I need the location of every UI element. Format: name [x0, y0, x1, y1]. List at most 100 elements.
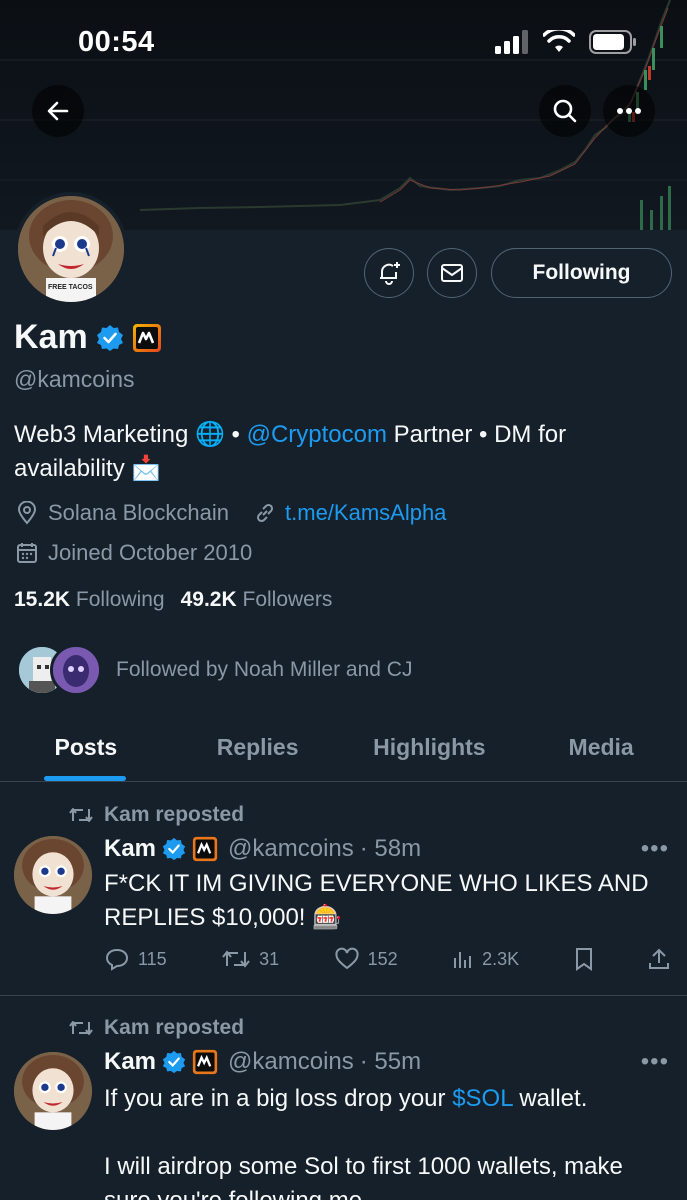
post-text: F*CK IT IM GIVING EVERYONE WHO LIKES AND…: [104, 870, 649, 931]
like-count: 152: [367, 948, 398, 969]
post-author-handle: @kamcoins: [228, 1048, 354, 1075]
profile-bio: Web3 Marketing 🌐 • @Cryptocom Partner • …: [14, 418, 664, 486]
status-icons: [495, 30, 637, 54]
post-text-line-2: I will airdrop some Sol to first 1000 wa…: [104, 1153, 623, 1200]
location-pin-icon: [16, 501, 40, 525]
bio-mention-link[interactable]: @Cryptocom: [247, 421, 387, 448]
notifications-button[interactable]: [364, 248, 414, 298]
tab-posts[interactable]: Posts: [0, 716, 172, 781]
like-button[interactable]: 152: [334, 947, 398, 971]
repost-indicator: Kam reposted: [68, 803, 244, 827]
following-count: 15.2K: [14, 588, 71, 611]
link-icon: [253, 501, 277, 525]
share-button[interactable]: [648, 947, 670, 971]
battery-icon: [589, 30, 636, 54]
post-time: · 58m: [359, 835, 422, 862]
post-author-name[interactable]: Kam: [104, 1048, 156, 1076]
post-more-button[interactable]: •••: [641, 835, 669, 863]
followers-count: 49.2K: [180, 588, 237, 611]
affiliate-badge-icon[interactable]: [132, 323, 162, 353]
ellipsis-icon: [617, 108, 641, 114]
repost-icon: [222, 950, 250, 968]
envelope-icon: [441, 264, 463, 282]
post-item[interactable]: Kam reposted Kam @kamcoins · 58m ••• F*C…: [0, 783, 687, 995]
post-actions: 115 31 152 2.3K: [104, 947, 670, 971]
profile-joined: Joined October 2010: [16, 540, 252, 566]
calendar-icon: [16, 541, 40, 565]
status-bar: 00:54: [0, 24, 687, 64]
following-count-link[interactable]: 15.2K Following: [14, 588, 165, 612]
post-author-handle: @kamcoins: [228, 835, 354, 862]
profile-name-row: Kam: [14, 318, 162, 357]
tab-highlights-label: Highlights: [373, 734, 486, 760]
profile-handle: @kamcoins: [14, 366, 135, 392]
following-button[interactable]: Following: [491, 248, 672, 298]
active-tab-indicator: [44, 776, 126, 781]
tab-media[interactable]: Media: [515, 716, 687, 781]
tab-posts-label: Posts: [54, 734, 118, 760]
repost-icon: [69, 808, 93, 822]
bookmark-icon: [575, 948, 592, 971]
following-label: Following: [75, 588, 165, 611]
post-text-1: If you are in a big loss drop your: [104, 1085, 453, 1112]
location-text: Solana Blockchain: [48, 500, 230, 525]
post-more-button[interactable]: •••: [641, 1048, 669, 1076]
joined-text: Joined October 2010: [48, 540, 253, 565]
view-count: 2.3K: [482, 948, 520, 969]
post-time: · 55m: [359, 1048, 422, 1075]
repost-button[interactable]: 31: [221, 948, 279, 970]
bio-text-1: Web3 Marketing 🌐 •: [14, 421, 247, 448]
verified-badge-icon: [162, 837, 186, 861]
repost-label: Kam reposted: [104, 1016, 245, 1039]
follow-counts: 15.2K Following 49.2K Followers: [14, 588, 332, 612]
repost-count: 31: [259, 948, 280, 969]
followers-label: Followers: [242, 588, 333, 611]
verified-badge-icon[interactable]: [96, 324, 124, 352]
status-time: 00:54: [78, 26, 155, 58]
affiliate-badge-icon: [192, 1049, 218, 1075]
followed-by-row[interactable]: Followed by Noah Miller and CJ: [16, 644, 412, 696]
wifi-icon: [543, 30, 575, 52]
profile-avatar[interactable]: FREE TACOS: [14, 192, 128, 306]
post-avatar[interactable]: [14, 836, 92, 914]
post-header: Kam @kamcoins · 58m: [104, 835, 421, 863]
post-text: If you are in a big loss drop your $SOL …: [104, 1082, 674, 1200]
cashtag-link[interactable]: $SOL: [452, 1085, 512, 1112]
followed-by-text: Followed by Noah Miller and CJ: [116, 658, 413, 681]
profile-name: Kam: [14, 318, 88, 356]
message-button[interactable]: [427, 248, 477, 298]
profile-tabs: Posts Replies Highlights Media: [0, 716, 687, 782]
arrow-left-icon: [47, 101, 69, 121]
more-options-button[interactable]: [603, 85, 655, 137]
avatar-caption: FREE TACOS: [48, 284, 93, 291]
post-item[interactable]: Kam reposted Kam @kamcoins · 55m ••• If …: [0, 996, 687, 1200]
followers-count-link[interactable]: 49.2K Followers: [181, 588, 333, 612]
post-avatar[interactable]: [14, 1052, 92, 1130]
website-link[interactable]: t.me/KamsAlpha: [285, 500, 446, 526]
post-text-2: wallet.: [512, 1085, 588, 1112]
bell-plus-icon: [380, 262, 400, 285]
profile-location: Solana Blockchain t.me/KamsAlpha: [16, 500, 446, 526]
post-header: Kam @kamcoins · 55m: [104, 1048, 421, 1076]
tab-replies[interactable]: Replies: [172, 716, 344, 781]
tab-replies-label: Replies: [216, 734, 299, 760]
reply-count: 115: [138, 948, 167, 969]
follower-avatar-2: [50, 644, 102, 696]
bookmark-button[interactable]: [574, 947, 594, 971]
heart-icon: [335, 947, 359, 970]
tab-media-label: Media: [568, 734, 634, 760]
affiliate-badge-icon: [192, 836, 218, 862]
search-icon: [553, 99, 577, 123]
share-icon: [649, 948, 669, 969]
repost-label: Kam reposted: [104, 803, 245, 826]
repost-icon: [69, 1021, 93, 1035]
search-button[interactable]: [539, 85, 591, 137]
back-button[interactable]: [32, 85, 84, 137]
tab-highlights[interactable]: Highlights: [344, 716, 516, 781]
views-icon: [454, 952, 472, 968]
views-button[interactable]: 2.3K: [452, 948, 519, 970]
post-author-name[interactable]: Kam: [104, 835, 156, 863]
reply-button[interactable]: 115: [104, 947, 167, 971]
reply-icon: [105, 948, 129, 971]
